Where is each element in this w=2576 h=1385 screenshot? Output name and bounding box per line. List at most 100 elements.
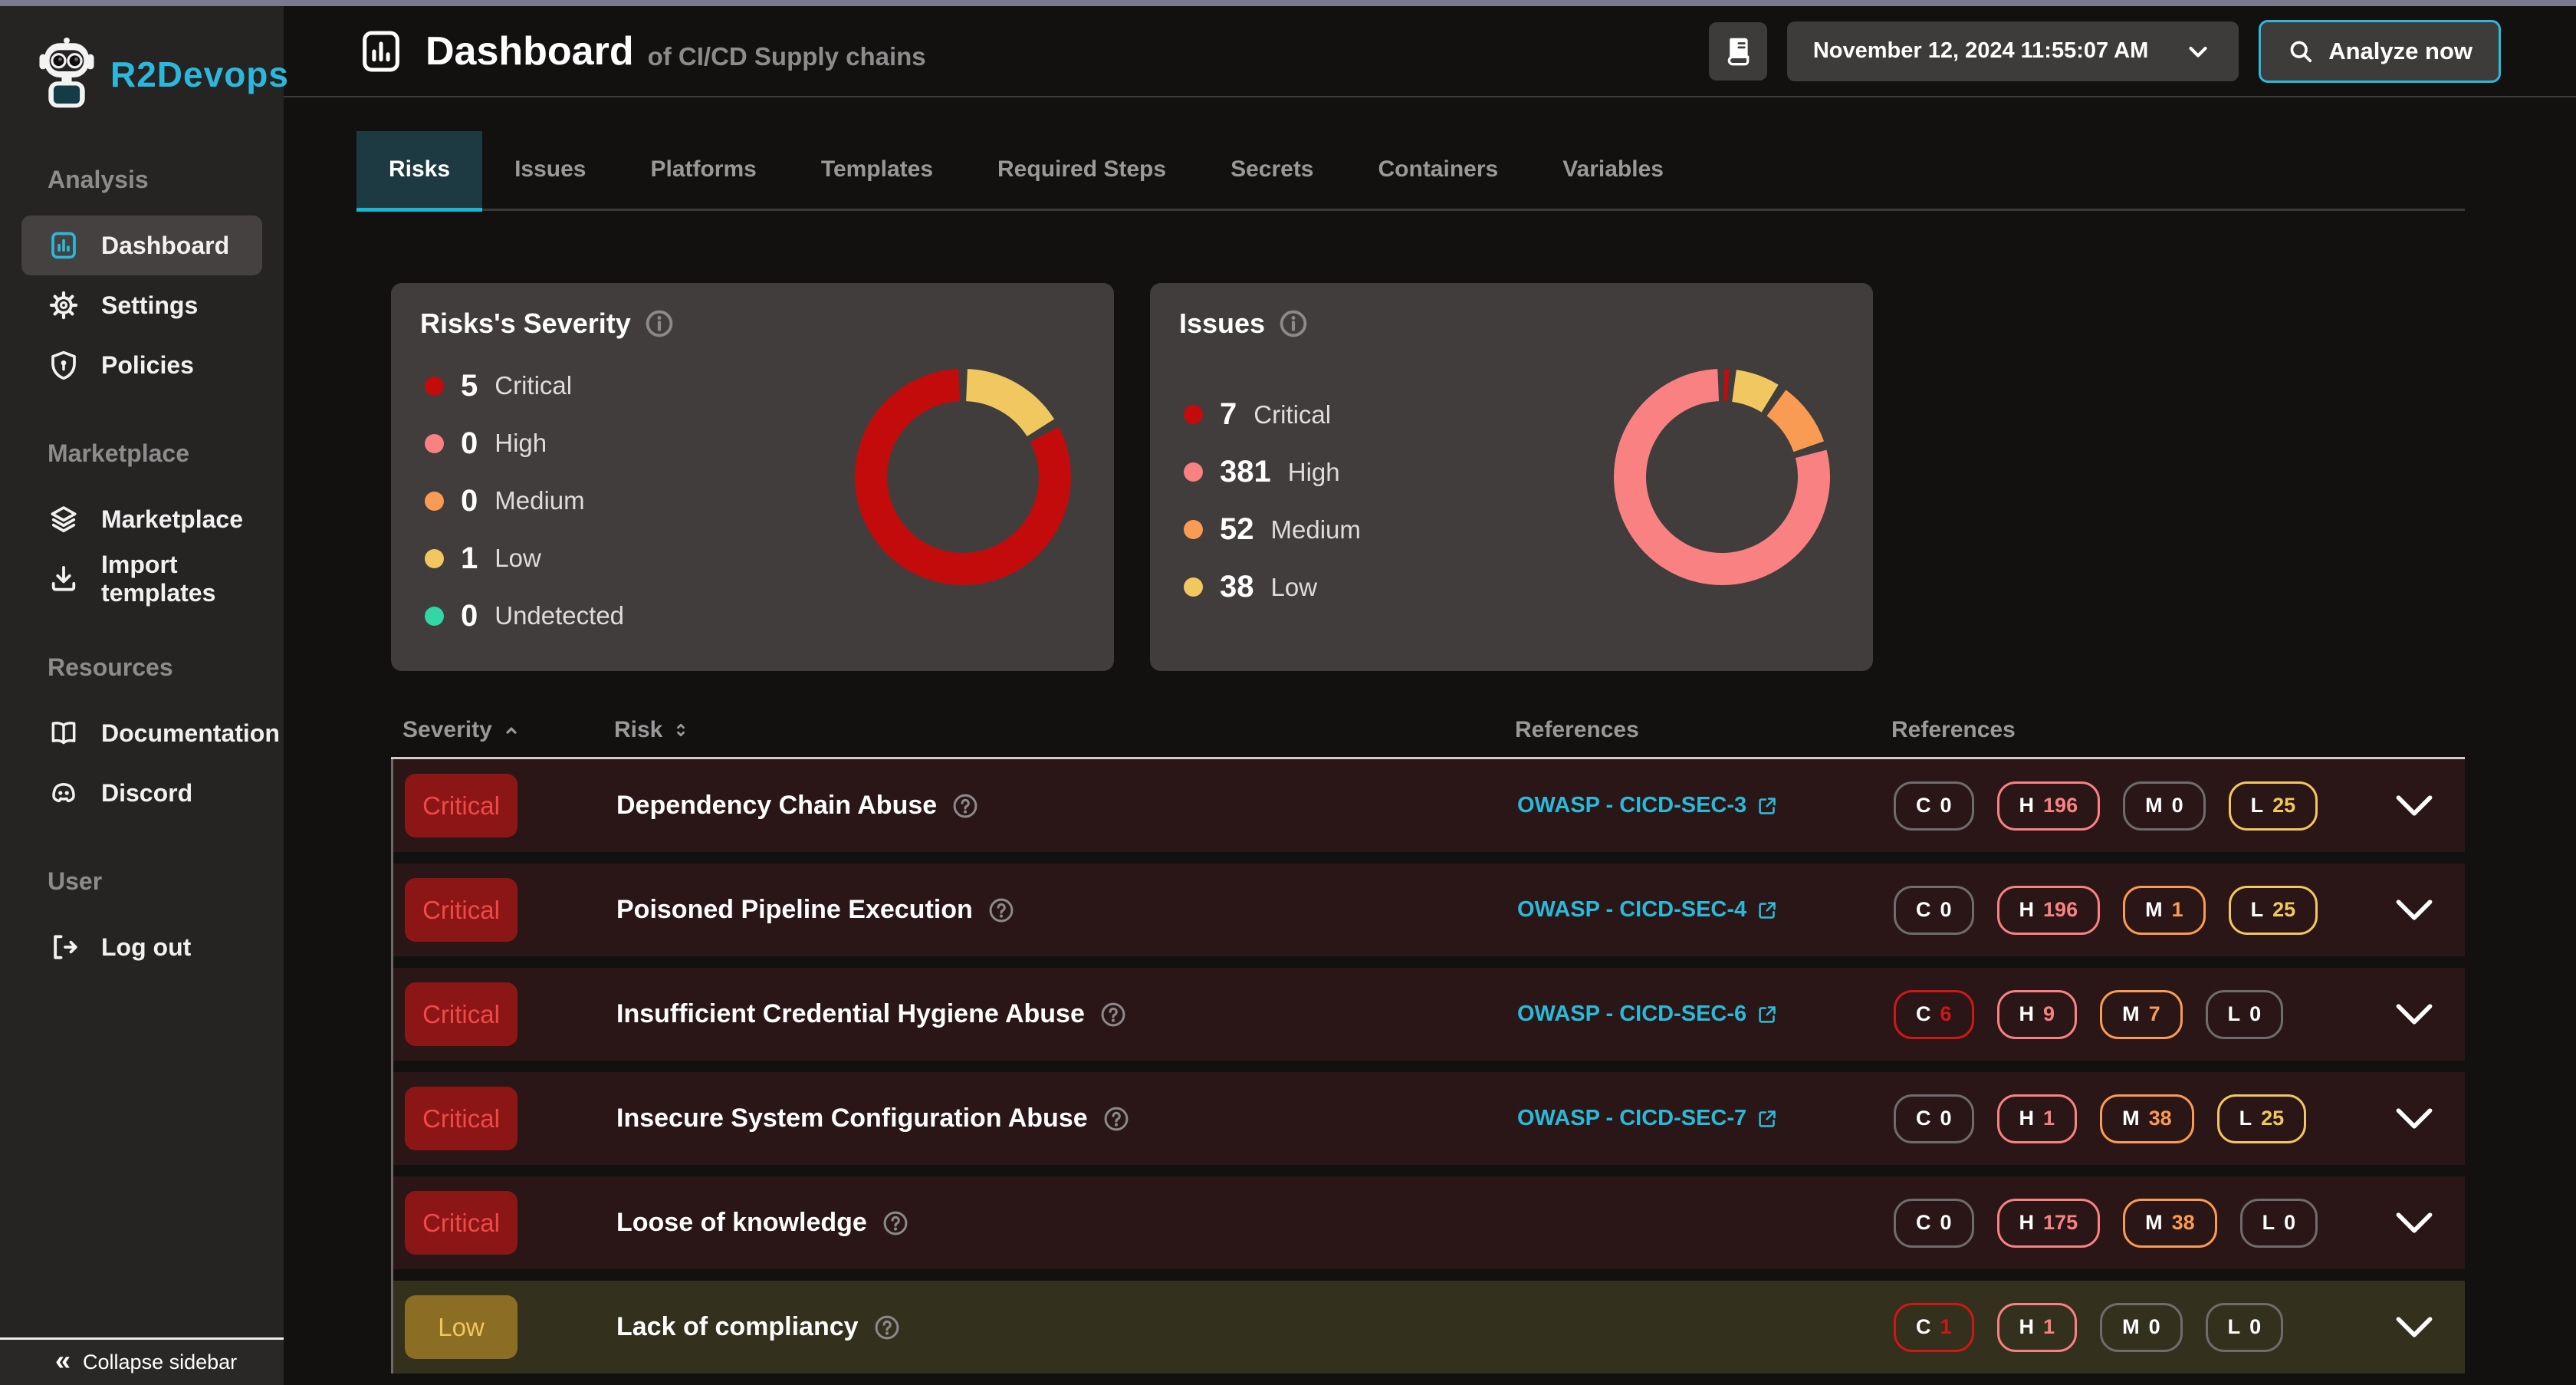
legend-value: 0 <box>461 426 478 461</box>
table-row: CriticalInsufficient Credential Hygiene … <box>393 968 2465 1061</box>
tab-templates[interactable]: Templates <box>789 131 965 212</box>
count-pill-l: L25 <box>2217 1094 2307 1143</box>
legend-item-undetected: 0Undetected <box>425 599 624 633</box>
legend-value: 52 <box>1220 512 1254 547</box>
brand-logo: R2Devops <box>0 6 284 121</box>
dashboard-title-icon <box>356 27 406 76</box>
owasp-reference-link[interactable]: OWASP - CICD-SEC-3 <box>1517 793 1779 818</box>
pill-letter: C <box>1916 1002 1931 1026</box>
table-row: CriticalDependency Chain AbuseOWASP - CI… <box>393 759 2465 852</box>
pill-count: 0 <box>1940 1211 1952 1235</box>
sidebar-item-marketplace[interactable]: Marketplace <box>21 489 262 549</box>
pill-letter: L <box>2262 1211 2275 1235</box>
pill-letter: C <box>1916 1107 1931 1130</box>
sidebar-section-user: UserLog out <box>0 867 284 977</box>
sidebar-item-dashboard[interactable]: Dashboard <box>21 215 262 275</box>
pill-letter: H <box>2019 794 2035 818</box>
changelog-book-button[interactable] <box>1709 22 1767 81</box>
issue-count-pills: C0H1M38L25 <box>1894 1094 2369 1143</box>
sidebar-item-settings[interactable]: Settings <box>21 275 262 335</box>
column-header-severity[interactable]: Severity <box>402 717 614 743</box>
severity-badge: Critical <box>405 1191 518 1255</box>
pill-letter: L <box>2251 898 2264 922</box>
column-header-risk[interactable]: Risk <box>614 717 1515 743</box>
question-icon[interactable] <box>951 791 980 821</box>
page-subtitle: of CI/CD Supply chains <box>648 31 926 71</box>
legend-label: Critical <box>1254 400 1331 429</box>
expand-row-chevron-icon[interactable] <box>2394 1210 2434 1236</box>
sidebar-section-label: Marketplace <box>0 439 284 468</box>
legend-dot <box>1184 405 1203 424</box>
gear-icon <box>48 289 80 321</box>
table-row: CriticalPoisoned Pipeline ExecutionOWASP… <box>393 864 2465 956</box>
count-pill-l: L0 <box>2240 1199 2318 1248</box>
legend-dot <box>425 549 444 568</box>
risk-name: Insecure System Configuration Abuse <box>616 1104 1088 1133</box>
pill-letter: M <box>2122 1002 2140 1026</box>
analysis-date-dropdown[interactable]: November 12, 2024 11:55:07 AM <box>1787 21 2239 81</box>
pill-count: 0 <box>1940 794 1952 818</box>
owasp-reference-link[interactable]: OWASP - CICD-SEC-4 <box>1517 897 1779 923</box>
question-icon[interactable] <box>987 896 1016 925</box>
tab-required-steps[interactable]: Required Steps <box>965 131 1198 212</box>
legend-dot <box>425 377 444 396</box>
legend-item-high: 0High <box>425 426 624 461</box>
legend-dot <box>425 492 444 511</box>
pill-count: 196 <box>2043 898 2078 922</box>
external-link-icon <box>1756 1107 1779 1130</box>
expand-row-chevron-icon[interactable] <box>2394 897 2434 923</box>
risk-name: Loose of knowledge <box>616 1208 867 1238</box>
legend-item-critical: 5Critical <box>425 369 624 403</box>
issue-count-pills: C0H196M1L25 <box>1894 886 2369 935</box>
expand-row-chevron-icon[interactable] <box>2394 793 2434 819</box>
external-link-icon <box>1756 794 1779 818</box>
tab-platforms[interactable]: Platforms <box>618 131 788 212</box>
info-icon[interactable] <box>1277 308 1309 340</box>
pill-count: 0 <box>1940 898 1952 922</box>
pill-letter: H <box>2019 1107 2035 1130</box>
info-icon[interactable] <box>643 308 675 340</box>
collapse-sidebar-button[interactable]: « Collapse sidebar <box>0 1337 284 1385</box>
pill-count: 0 <box>2284 1211 2295 1235</box>
sidebar-item-discord[interactable]: Discord <box>21 763 262 823</box>
pill-count: 0 <box>2249 1002 2261 1026</box>
expand-row-chevron-icon[interactable] <box>2394 1314 2434 1341</box>
question-icon[interactable] <box>881 1209 910 1238</box>
tab-secrets[interactable]: Secrets <box>1198 131 1346 212</box>
question-icon[interactable] <box>1099 1000 1128 1029</box>
tab-risks[interactable]: Risks <box>356 131 482 212</box>
pill-count: 38 <box>2149 1107 2172 1130</box>
tab-containers[interactable]: Containers <box>1346 131 1531 212</box>
question-icon[interactable] <box>872 1313 902 1342</box>
expand-row-chevron-icon[interactable] <box>2394 1106 2434 1132</box>
pill-count: 9 <box>2043 1002 2055 1026</box>
legend-label: Low <box>1271 573 1318 602</box>
book-open-icon <box>48 717 80 749</box>
robot-logo-icon <box>34 36 100 113</box>
sidebar-item-log-out[interactable]: Log out <box>21 917 262 977</box>
card-risks-s-severity: Risks's Severity5Critical0High0Medium1Lo… <box>391 283 1114 671</box>
owasp-reference-link[interactable]: OWASP - CICD-SEC-7 <box>1517 1106 1779 1131</box>
risk-name: Insufficient Credential Hygiene Abuse <box>616 999 1085 1029</box>
tab-issues[interactable]: Issues <box>482 131 618 212</box>
owasp-reference-label: OWASP - CICD-SEC-4 <box>1517 897 1746 923</box>
legend-item-medium: 52Medium <box>1184 512 1361 547</box>
legend-value: 7 <box>1220 397 1237 432</box>
donut-chart <box>852 366 1074 588</box>
expand-row-chevron-icon[interactable] <box>2394 1002 2434 1028</box>
pill-letter: L <box>2228 1002 2241 1026</box>
count-pill-c: C0 <box>1894 1094 1974 1143</box>
tab-variables[interactable]: Variables <box>1530 131 1696 212</box>
window-top-strip <box>0 0 2576 6</box>
pill-letter: M <box>2122 1315 2140 1339</box>
pill-count: 0 <box>2149 1315 2160 1339</box>
question-icon[interactable] <box>1102 1104 1131 1133</box>
legend-label: High <box>1288 458 1340 487</box>
layers-icon <box>48 503 80 535</box>
sidebar-item-import-templates[interactable]: Import templates <box>21 549 262 609</box>
owasp-reference-link[interactable]: OWASP - CICD-SEC-6 <box>1517 1002 1779 1027</box>
sidebar-item-documentation[interactable]: Documentation <box>21 703 262 763</box>
sidebar-item-policies[interactable]: Policies <box>21 335 262 395</box>
analyze-now-button[interactable]: Analyze now <box>2259 20 2501 83</box>
risk-name: Poisoned Pipeline Execution <box>616 895 973 925</box>
